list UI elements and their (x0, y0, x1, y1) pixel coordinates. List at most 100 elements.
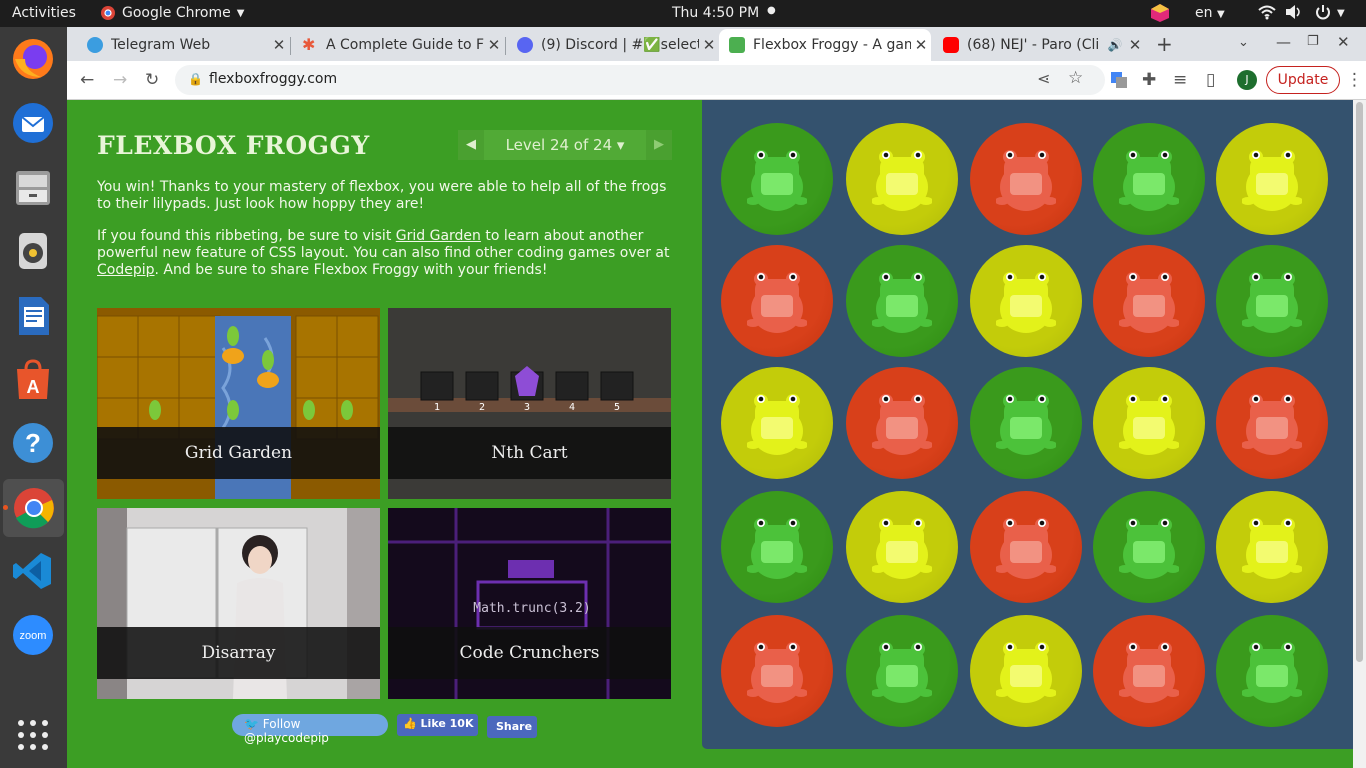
notification-dot-icon: ● (767, 5, 776, 16)
firefox-icon[interactable] (9, 35, 57, 83)
twitter-follow-button[interactable]: 🐦 Follow @playcodepip (232, 714, 388, 745)
update-button[interactable]: Update (1266, 66, 1340, 94)
frog-red (1242, 394, 1302, 455)
lilypad-green (721, 491, 833, 603)
system-menu-icon[interactable]: ▼ (1337, 8, 1345, 19)
frog-yellow (996, 272, 1056, 333)
frog-red (747, 272, 807, 333)
cart-number: 5 (614, 402, 620, 413)
new-tab-button[interactable]: + (1156, 32, 1173, 56)
game-card-disarray[interactable]: Disarray (97, 508, 380, 699)
lilypad-red (721, 245, 833, 357)
lilypad-yellow (970, 615, 1082, 727)
tab-discord[interactable]: (9) Discord | #✅select ✕ (507, 29, 719, 61)
lilypad-yellow (1093, 367, 1205, 479)
prev-level-button[interactable]: ◀ (458, 130, 484, 160)
tab-css-guide[interactable]: ✱ A Complete Guide to F ✕ (292, 29, 504, 61)
minimize-button[interactable]: — (1276, 33, 1291, 51)
lilypad-green (1093, 491, 1205, 603)
chrome-dock-icon[interactable] (3, 479, 64, 537)
lilypad-red (1093, 615, 1205, 727)
grid-garden-link[interactable]: Grid Garden (396, 228, 481, 244)
back-icon[interactable]: ← (80, 70, 94, 90)
volume-icon[interactable] (1285, 4, 1303, 24)
scrollbar-thumb[interactable] (1356, 102, 1363, 662)
tab-flexbox-froggy[interactable]: Flexbox Froggy - A gam ✕ (719, 29, 931, 61)
lilypad-yellow (970, 245, 1082, 357)
game-title: Disarray (97, 627, 380, 679)
lilypad-yellow (721, 367, 833, 479)
facebook-share-button[interactable]: Share (487, 716, 537, 738)
menu-icon[interactable]: ⋮ (1346, 70, 1363, 90)
frog-red (996, 518, 1056, 579)
maximize-button[interactable]: ❐ (1307, 34, 1319, 49)
svg-text:?: ? (25, 428, 41, 458)
show-apps-icon[interactable] (9, 711, 57, 759)
close-tab-icon[interactable]: ✕ (484, 36, 504, 54)
asterisk-icon: ✱ (302, 35, 316, 54)
tab-youtube[interactable]: (68) NEJ' - Paro (Cli 🔊 ✕ (933, 29, 1145, 61)
writer-icon[interactable] (9, 291, 57, 339)
close-tab-icon[interactable]: ✕ (911, 36, 931, 54)
power-icon[interactable] (1315, 4, 1331, 24)
game-card-nth-cart[interactable]: 1 2 3 4 5 Nth Cart (388, 308, 671, 499)
forward-icon[interactable]: → (113, 70, 127, 90)
bookmark-star-icon[interactable]: ☆ (1068, 68, 1083, 88)
thunderbird-icon[interactable] (9, 99, 57, 147)
zoom-icon[interactable]: zoom (9, 611, 57, 659)
game-title: Code Crunchers (388, 627, 671, 679)
app-indicator-icon[interactable] (1150, 3, 1170, 27)
frog-green (872, 642, 932, 703)
scrollbar[interactable] (1353, 100, 1366, 768)
vscode-icon[interactable] (9, 547, 57, 595)
page-title: FLEXBOX FROGGY (97, 131, 370, 160)
files-icon[interactable] (9, 163, 57, 211)
frog-yellow (872, 150, 932, 211)
window-close-button[interactable]: ✕ (1337, 33, 1350, 51)
translate-icon[interactable] (1110, 71, 1128, 94)
close-tab-icon[interactable]: ✕ (1125, 36, 1145, 54)
close-tab-icon[interactable]: ✕ (699, 36, 719, 54)
software-store-icon[interactable]: A (9, 355, 57, 403)
frog-green (747, 150, 807, 211)
rhythmbox-icon[interactable] (9, 227, 57, 275)
help-icon[interactable]: ? (9, 419, 57, 467)
app-menu[interactable]: Google Chrome ▼ (100, 5, 244, 21)
audio-icon[interactable]: 🔊 (1105, 38, 1125, 52)
codepip-link[interactable]: Codepip (97, 262, 155, 278)
language-indicator[interactable]: en ▼ (1195, 5, 1225, 21)
extensions-icon[interactable]: ✚ (1142, 70, 1156, 90)
game-title: Grid Garden (97, 427, 380, 479)
wifi-icon[interactable] (1258, 4, 1276, 24)
page-content: FLEXBOX FROGGY ◀ Level 24 of 24 ▾ ▶ You … (67, 100, 1353, 768)
side-panel-icon[interactable]: ▯ (1206, 70, 1215, 90)
activities-button[interactable]: Activities (12, 5, 76, 21)
level-select[interactable]: Level 24 of 24 ▾ (484, 130, 646, 160)
game-card-grid-garden[interactable]: Grid Garden (97, 308, 380, 499)
game-card-code-crunchers[interactable]: Math.trunc(3.2) Code Crunchers (388, 508, 671, 699)
next-level-button[interactable]: ▶ (646, 130, 672, 160)
cart-number: 2 (479, 402, 485, 413)
tab-telegram[interactable]: Telegram Web ✕ (77, 29, 289, 61)
lilypad-green (1216, 245, 1328, 357)
media-control-icon[interactable]: ≡ (1173, 70, 1187, 90)
telegram-icon (87, 37, 103, 53)
discord-icon (517, 37, 533, 53)
facebook-like-button[interactable]: 👍 Like 10K (397, 714, 478, 736)
close-tab-icon[interactable]: ✕ (269, 36, 289, 54)
reload-icon[interactable]: ↻ (145, 70, 159, 90)
avatar[interactable]: J (1237, 70, 1257, 90)
lilypad-yellow (1216, 123, 1328, 235)
frog-green (1119, 518, 1179, 579)
code-expression: Math.trunc(3.2) (473, 601, 590, 616)
frog-yellow (1242, 150, 1302, 211)
clock[interactable]: Thu 4:50 PM (672, 5, 759, 21)
frog-green (872, 272, 932, 333)
share-icon[interactable]: ⋖ (1037, 69, 1050, 88)
lilypad-green (1216, 615, 1328, 727)
tab-search-icon[interactable]: ⌄ (1238, 35, 1249, 50)
os-top-bar: Activities Google Chrome ▼ Thu 4:50 PM ●… (0, 0, 1366, 27)
lilypad-green (846, 245, 958, 357)
lilypad-red (846, 367, 958, 479)
address-bar[interactable]: 🔒 flexboxfroggy.com ⋖ ☆ (175, 65, 1105, 95)
